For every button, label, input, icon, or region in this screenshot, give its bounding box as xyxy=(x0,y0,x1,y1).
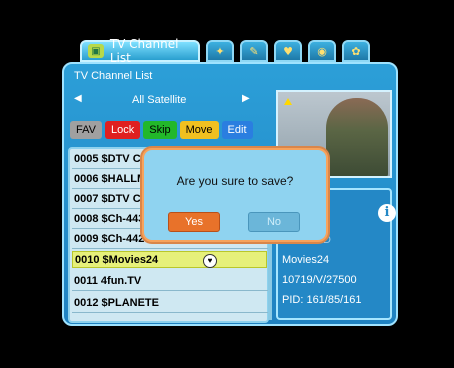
preview-person-image xyxy=(326,98,388,176)
panel-title: TV Channel List xyxy=(74,70,153,82)
edit-key[interactable]: Edit xyxy=(221,121,253,139)
no-button[interactable]: No xyxy=(248,212,300,232)
tv-icon: ▣ xyxy=(88,44,104,58)
heart-icon[interactable]: ♥ xyxy=(274,40,302,62)
color-keys: FAV Lock Skip Move Edit xyxy=(70,121,253,139)
channel-row-selected[interactable]: 0010 $Movies24 ♥ xyxy=(72,251,267,268)
info-channel-name: Movies24 xyxy=(282,254,330,266)
channel-row[interactable]: 0012 $PLANETE xyxy=(72,295,269,313)
satellite-label: All Satellite xyxy=(132,94,187,106)
tab-tv-channel-list[interactable]: ▣ TV Channel List xyxy=(80,37,200,65)
right-arrow-icon[interactable]: ▶ xyxy=(242,93,250,104)
gear-icon[interactable]: ✿ xyxy=(342,40,370,62)
info-pid: PID: 161/85/161 xyxy=(282,294,362,306)
satellite-selector[interactable]: ◀ All Satellite ▶ xyxy=(70,90,260,110)
tab-label: TV Channel List xyxy=(109,37,179,65)
lock-key[interactable]: Lock xyxy=(104,121,141,139)
move-key[interactable]: Move xyxy=(179,121,219,139)
disk-icon[interactable]: ◉ xyxy=(308,40,336,62)
fav-key[interactable]: FAV xyxy=(70,121,102,139)
satellite-icon[interactable]: ✦ xyxy=(206,40,234,62)
dialog-message: Are you sure to save? xyxy=(176,174,294,188)
channel-row-label: 0010 $Movies24 xyxy=(75,254,159,266)
save-dialog: Are you sure to save? Yes No xyxy=(142,148,328,242)
warning-icon xyxy=(284,98,292,105)
skip-key[interactable]: Skip xyxy=(143,121,177,139)
favorite-icon: ♥ xyxy=(203,254,217,268)
left-arrow-icon[interactable]: ◀ xyxy=(74,93,82,104)
info-transponder: 10719/V/27500 xyxy=(282,274,357,286)
menu-tabs: ▣ TV Channel List ✦ ✎ ♥ ◉ ✿ xyxy=(80,37,370,65)
yes-button[interactable]: Yes xyxy=(168,212,220,232)
channel-row[interactable]: 0011 4fun.TV xyxy=(72,273,269,291)
tools-icon[interactable]: ✎ xyxy=(240,40,268,62)
info-icon: i xyxy=(378,204,396,222)
